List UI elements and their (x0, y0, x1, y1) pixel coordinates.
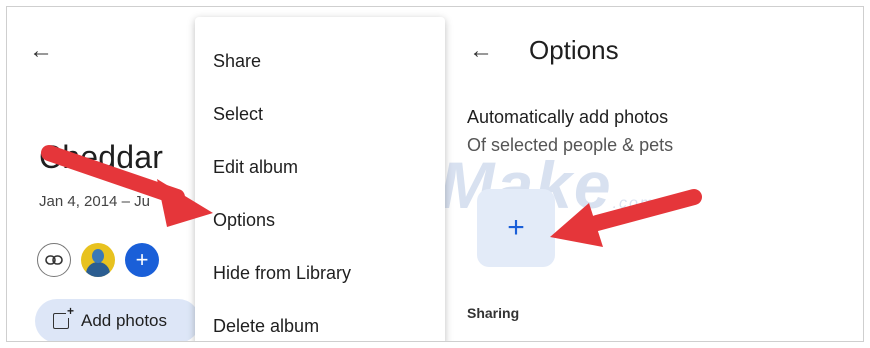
screenshot-frame: ← Cheddar Jan 4, 2014 – Ju + Add photos … (6, 6, 864, 342)
annotation-arrow-options (41, 145, 213, 227)
annotation-arrow-add (550, 189, 702, 247)
annotation-arrows (41, 145, 702, 247)
